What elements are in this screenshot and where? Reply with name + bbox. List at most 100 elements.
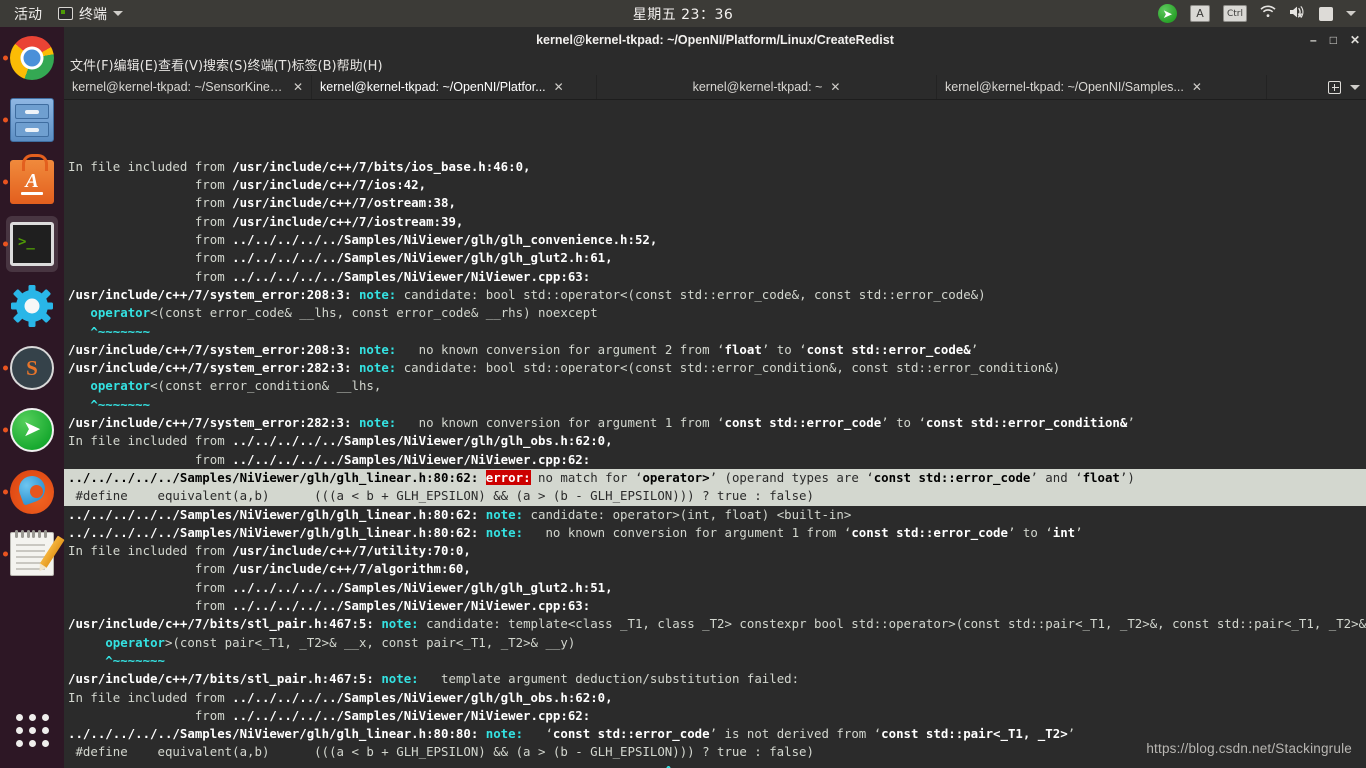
watermark: https://blog.csdn.net/Stackingrule <box>1146 740 1352 756</box>
tab-label: kernel@kernel-tkpad: ~/OpenNI/Platfor... <box>320 80 546 94</box>
terminal-line: In file included from /usr/include/c++/7… <box>68 158 531 174</box>
running-indicator-dot <box>3 365 8 371</box>
dock-item-telegram[interactable]: ➤ <box>0 399 64 461</box>
terminal-line: from ../../../../../Samples/NiViewer/NiV… <box>68 451 591 467</box>
terminal-line: operator<(const error_code& __lhs, const… <box>90 305 598 321</box>
tab-home[interactable]: kernel@kernel-tkpad: ~ ✕ <box>597 75 937 99</box>
running-indicator-dot <box>3 489 8 495</box>
minimize-button[interactable]: – <box>1310 34 1317 46</box>
menu-bar: 文件(F) 编辑(E) 查看(V) 搜索(S) 终端(T) 标签(B) 帮助(H… <box>64 53 1366 75</box>
terminal-line: from ../../../../../Samples/NiViewer/glh… <box>68 250 613 266</box>
wifi-svg <box>1260 5 1276 17</box>
gear-icon <box>10 284 54 328</box>
terminal-line: from ../../../../../Samples/NiViewer/NiV… <box>68 268 591 284</box>
terminal-line: from ../../../../../Samples/NiViewer/NiV… <box>68 707 591 723</box>
google-chrome-icon <box>10 36 54 80</box>
menu-item-view[interactable]: 查看(V) <box>158 55 203 74</box>
terminal-line: operator>(const pair<_T1, _T2>& __x, con… <box>105 634 576 650</box>
dock-item-ubuntu-software[interactable]: A <box>0 151 64 213</box>
keyboard-layout-indicator-icon[interactable]: A <box>1189 5 1210 22</box>
top-bar-indicators: ➤ A Ctrl <box>1157 0 1356 27</box>
tab-list-caret-icon[interactable] <box>1350 84 1360 90</box>
menu-item-terminal[interactable]: 终端(T) <box>247 55 291 74</box>
terminal-line: from /usr/include/c++/7/iostream:39, <box>68 213 464 229</box>
close-icon[interactable]: ✕ <box>554 80 564 94</box>
terminal-window: kernel@kernel-tkpad: ~/OpenNI/Platform/L… <box>64 27 1366 768</box>
dock-item-google-chrome[interactable] <box>0 27 64 89</box>
running-indicator-dot <box>3 427 8 433</box>
terminal-line: ^~~~~~~~ <box>68 652 165 668</box>
terminal-line: /usr/include/c++/7/system_error:208:3: n… <box>68 286 986 302</box>
terminal-line: /usr/include/c++/7/system_error:208:3: n… <box>68 341 979 357</box>
terminal-line: from ../../../../../Samples/NiViewer/NiV… <box>68 598 591 614</box>
menu-item-edit[interactable]: 编辑(E) <box>114 55 158 74</box>
close-icon[interactable]: ✕ <box>830 80 840 94</box>
terminal-line: /usr/include/c++/7/bits/stl_pair.h:467:5… <box>68 671 800 687</box>
running-indicator-dot <box>3 117 8 123</box>
volume-muted-svg <box>1290 5 1304 18</box>
dock-item-terminal[interactable]: >_ <box>0 213 64 275</box>
dock-item-text-editor[interactable] <box>0 523 65 585</box>
terminal-line: In file included from /usr/include/c++/7… <box>68 543 471 559</box>
new-tab-icon[interactable] <box>1328 80 1341 94</box>
sublime-text-icon: S <box>10 346 54 390</box>
window-title: kernel@kernel-tkpad: ~/OpenNI/Platform/L… <box>536 33 894 47</box>
menu-item-file[interactable]: 文件(F) <box>70 55 114 74</box>
app-grid-icon <box>15 713 49 747</box>
dock-item-files[interactable] <box>0 89 64 151</box>
maximize-button[interactable]: □ <box>1330 34 1337 46</box>
ubuntu-software-icon: A <box>10 154 54 204</box>
telegram-icon: ➤ <box>10 408 54 452</box>
close-icon[interactable]: ✕ <box>293 80 303 94</box>
terminal-line: ../../../../../Samples/NiViewer/glh/glh_… <box>68 524 1083 540</box>
desktop: 活动 终端 星期五 23：36 ➤ A Ctrl A >_ S ➤ kernel… <box>0 0 1366 768</box>
terminal-line: In file included from ../../../../../Sam… <box>68 433 613 449</box>
running-indicator-dot <box>3 551 8 557</box>
terminal-line: #define equivalent(a,b) (((a < b + GLH_E… <box>64 487 1366 506</box>
tab-bar: kernel@kernel-tkpad: ~/SensorKinect/Bin.… <box>64 75 1366 100</box>
terminal-line: ^ <box>68 762 1366 768</box>
terminal-line: from /usr/include/c++/7/ostream:38, <box>68 195 456 211</box>
system-menu-caret-icon[interactable] <box>1346 11 1356 16</box>
ubuntu-dock: A >_ S ➤ <box>0 27 65 768</box>
dock-item-sublime-text[interactable]: S <box>0 337 64 399</box>
close-icon[interactable]: ✕ <box>1192 80 1202 94</box>
telegram-indicator-icon[interactable]: ➤ <box>1157 4 1177 23</box>
terminal-line: ^~~~~~~~ <box>68 396 151 412</box>
tab-label: kernel@kernel-tkpad: ~ <box>692 80 823 94</box>
terminal-icon: >_ <box>10 222 54 266</box>
tab-sensorkinect-bin[interactable]: kernel@kernel-tkpad: ~/SensorKinect/Bin.… <box>64 75 312 99</box>
terminal-line: ../../../../../Samples/NiViewer/glh/glh_… <box>68 506 852 522</box>
gear-svg <box>11 285 53 327</box>
terminal-line: from ../../../../../Samples/NiViewer/glh… <box>68 579 613 595</box>
tab-bar-actions <box>1328 75 1366 99</box>
text-editor-icon <box>10 530 65 576</box>
terminal-output[interactable]: In file included from /usr/include/c++/7… <box>64 100 1366 768</box>
show-applications-button[interactable] <box>0 706 64 754</box>
window-titlebar[interactable]: kernel@kernel-tkpad: ~/OpenNI/Platform/L… <box>64 27 1366 53</box>
menu-item-help[interactable]: 帮助(H) <box>337 55 383 74</box>
dock-item-settings[interactable] <box>0 275 64 337</box>
terminal-line: from /usr/include/c++/7/ios:42, <box>68 177 427 193</box>
tab-label: kernel@kernel-tkpad: ~/OpenNI/Samples... <box>945 80 1184 94</box>
wifi-icon[interactable] <box>1260 5 1276 22</box>
volume-muted-icon[interactable] <box>1289 5 1306 23</box>
window-controls: – □ ✕ <box>1310 27 1360 53</box>
close-button[interactable]: ✕ <box>1350 34 1360 46</box>
ctrl-key-indicator-icon[interactable]: Ctrl <box>1222 5 1247 22</box>
tab-label: kernel@kernel-tkpad: ~/SensorKinect/Bin.… <box>72 80 285 94</box>
menu-item-search[interactable]: 搜索(S) <box>203 55 247 74</box>
tab-openni-platform[interactable]: kernel@kernel-tkpad: ~/OpenNI/Platfor...… <box>312 75 597 99</box>
terminal-line: In file included from ../../../../../Sam… <box>68 689 613 705</box>
battery-icon[interactable] <box>1319 6 1333 21</box>
dock-item-firefox[interactable] <box>0 461 64 523</box>
terminal-line: ../../../../../Samples/NiViewer/glh/glh_… <box>64 468 1366 488</box>
terminal-line: from /usr/include/c++/7/algorithm:60, <box>68 561 471 577</box>
menu-item-tabs[interactable]: 标签(B) <box>292 55 337 74</box>
running-indicator-dot <box>3 179 8 185</box>
files-icon <box>10 98 54 142</box>
terminal-line: ^~~~~~~~ <box>68 323 151 339</box>
tab-openni-samples[interactable]: kernel@kernel-tkpad: ~/OpenNI/Samples...… <box>937 75 1267 99</box>
terminal-line: /usr/include/c++/7/system_error:282:3: n… <box>68 415 1135 431</box>
terminal-line: operator<(const error_condition& __lhs, <box>90 378 382 394</box>
